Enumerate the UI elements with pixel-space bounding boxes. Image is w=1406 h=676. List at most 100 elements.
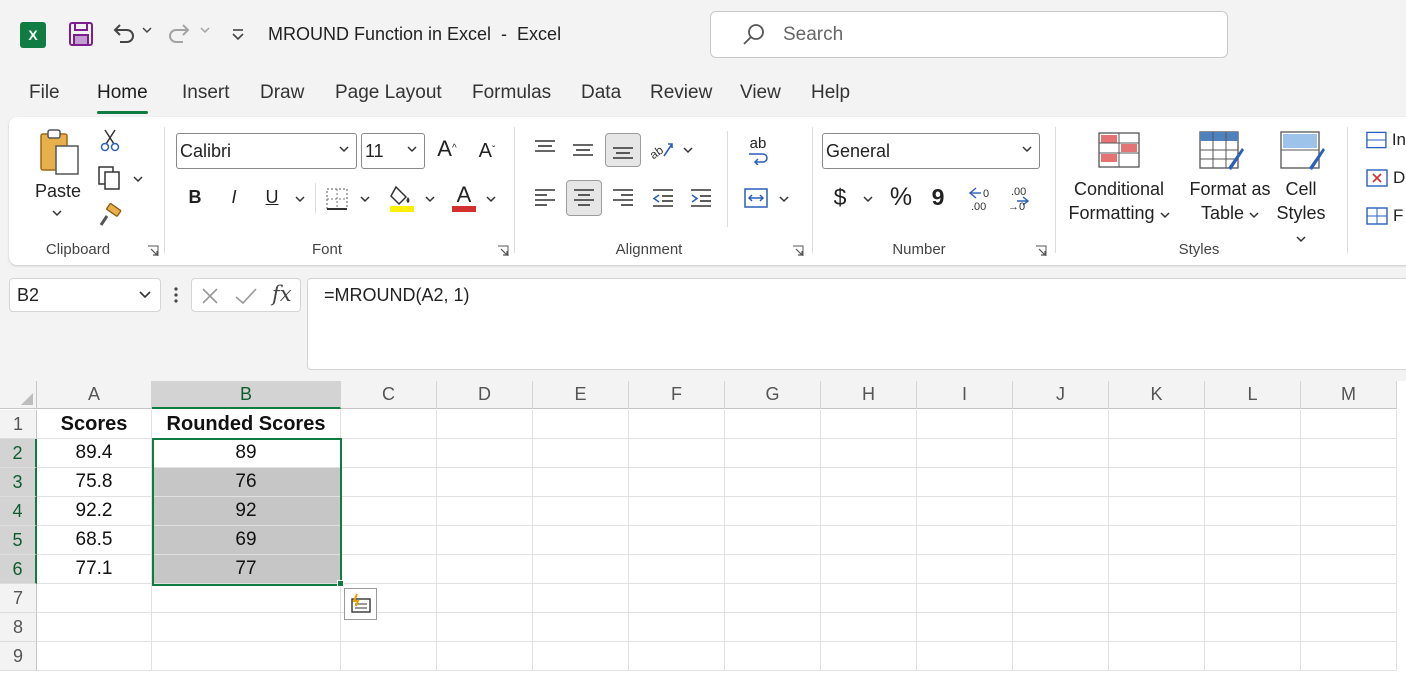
cell-c3[interactable] [341, 468, 437, 497]
cell-m6[interactable] [1301, 555, 1397, 584]
row-header-5[interactable]: 5 [0, 526, 37, 555]
search-box[interactable] [710, 11, 1228, 58]
cell-f1[interactable] [629, 410, 725, 439]
decrease-decimal-icon[interactable]: .00 →0 [1005, 183, 1035, 213]
cell-b6[interactable]: 77 [152, 555, 341, 584]
paste-button[interactable]: Paste [29, 179, 87, 203]
paste-dropdown-icon[interactable] [50, 207, 64, 219]
enter-check-icon[interactable] [234, 286, 258, 306]
tab-home[interactable]: Home [97, 82, 148, 114]
cell-g6[interactable] [725, 555, 821, 584]
row-header-9[interactable]: 9 [0, 642, 37, 671]
font-color-dropdown-icon[interactable] [484, 193, 498, 205]
cell-h6[interactable] [821, 555, 917, 584]
cell-l3[interactable] [1205, 468, 1301, 497]
column-header-d[interactable]: D [437, 381, 533, 409]
cell-a3[interactable]: 75.8 [37, 468, 152, 497]
align-center-icon[interactable] [566, 180, 602, 216]
cell-m3[interactable] [1301, 468, 1397, 497]
currency-button[interactable]: $ [827, 185, 853, 209]
cell-c2[interactable] [341, 439, 437, 468]
orientation-icon[interactable]: ab [647, 135, 675, 163]
cell-g2[interactable] [725, 439, 821, 468]
cell-h2[interactable] [821, 439, 917, 468]
redo-icon[interactable] [167, 20, 193, 46]
tab-formulas[interactable]: Formulas [472, 82, 551, 110]
cell-i7[interactable] [917, 584, 1013, 613]
cell-k9[interactable] [1109, 642, 1205, 671]
cell-k5[interactable] [1109, 526, 1205, 555]
cell-a4[interactable]: 92.2 [37, 497, 152, 526]
column-header-j[interactable]: J [1013, 381, 1109, 409]
cell-c5[interactable] [341, 526, 437, 555]
fill-color-dropdown-icon[interactable] [423, 193, 437, 205]
copy-icon[interactable] [95, 165, 123, 191]
redo-dropdown-icon[interactable] [200, 26, 210, 34]
cell-e6[interactable] [533, 555, 629, 584]
column-header-c[interactable]: C [341, 381, 437, 409]
cell-b9[interactable] [152, 642, 341, 671]
cell-i9[interactable] [917, 642, 1013, 671]
cell-f7[interactable] [629, 584, 725, 613]
cancel-icon[interactable] [200, 286, 220, 306]
cell-h9[interactable] [821, 642, 917, 671]
row-header-2[interactable]: 2 [0, 439, 37, 468]
row-header-6[interactable]: 6 [0, 555, 37, 584]
cell-i8[interactable] [917, 613, 1013, 642]
column-header-e[interactable]: E [533, 381, 629, 409]
cell-m9[interactable] [1301, 642, 1397, 671]
cell-b1[interactable]: Rounded Scores [152, 410, 341, 439]
align-bottom-icon[interactable] [605, 133, 641, 167]
increase-indent-icon[interactable] [687, 185, 715, 211]
cell-j9[interactable] [1013, 642, 1109, 671]
cell-i1[interactable] [917, 410, 1013, 439]
cell-j3[interactable] [1013, 468, 1109, 497]
merge-center-icon[interactable] [741, 185, 771, 211]
tab-draw[interactable]: Draw [260, 82, 304, 110]
cell-d4[interactable] [437, 497, 533, 526]
cell-g4[interactable] [725, 497, 821, 526]
conditional-formatting-icon[interactable] [1097, 130, 1141, 170]
undo-icon[interactable] [110, 20, 136, 46]
cell-h4[interactable] [821, 497, 917, 526]
tab-file[interactable]: File [29, 82, 60, 110]
column-header-l[interactable]: L [1205, 381, 1301, 409]
cell-j2[interactable] [1013, 439, 1109, 468]
cell-i5[interactable] [917, 526, 1013, 555]
cell-a9[interactable] [37, 642, 152, 671]
cell-a5[interactable]: 68.5 [37, 526, 152, 555]
cell-j5[interactable] [1013, 526, 1109, 555]
wrap-text-button[interactable]: ab [743, 135, 773, 165]
save-icon[interactable] [68, 21, 94, 47]
paste-icon[interactable] [37, 127, 83, 177]
cell-d1[interactable] [437, 410, 533, 439]
cell-h1[interactable] [821, 410, 917, 439]
cell-c9[interactable] [341, 642, 437, 671]
cell-a2[interactable]: 89.4 [37, 439, 152, 468]
cell-g5[interactable] [725, 526, 821, 555]
cell-a1[interactable]: Scores [37, 410, 152, 439]
cell-m5[interactable] [1301, 526, 1397, 555]
font-size-combo[interactable]: 11 [361, 133, 425, 169]
cell-h8[interactable] [821, 613, 917, 642]
cell-d6[interactable] [437, 555, 533, 584]
insert-cells-button[interactable]: In [1365, 127, 1406, 153]
cell-g1[interactable] [725, 410, 821, 439]
number-launcher-icon[interactable] [1035, 244, 1047, 256]
cell-l8[interactable] [1205, 613, 1301, 642]
cell-k4[interactable] [1109, 497, 1205, 526]
cell-e4[interactable] [533, 497, 629, 526]
cell-l9[interactable] [1205, 642, 1301, 671]
clipboard-launcher-icon[interactable] [147, 244, 159, 256]
cell-d2[interactable] [437, 439, 533, 468]
cell-k1[interactable] [1109, 410, 1205, 439]
cell-h3[interactable] [821, 468, 917, 497]
align-middle-icon[interactable] [569, 137, 597, 163]
underline-dropdown-icon[interactable] [293, 193, 307, 205]
row-header-3[interactable]: 3 [0, 468, 37, 497]
align-left-icon[interactable] [531, 185, 559, 211]
cell-c1[interactable] [341, 410, 437, 439]
cell-e8[interactable] [533, 613, 629, 642]
cell-l4[interactable] [1205, 497, 1301, 526]
cell-d8[interactable] [437, 613, 533, 642]
